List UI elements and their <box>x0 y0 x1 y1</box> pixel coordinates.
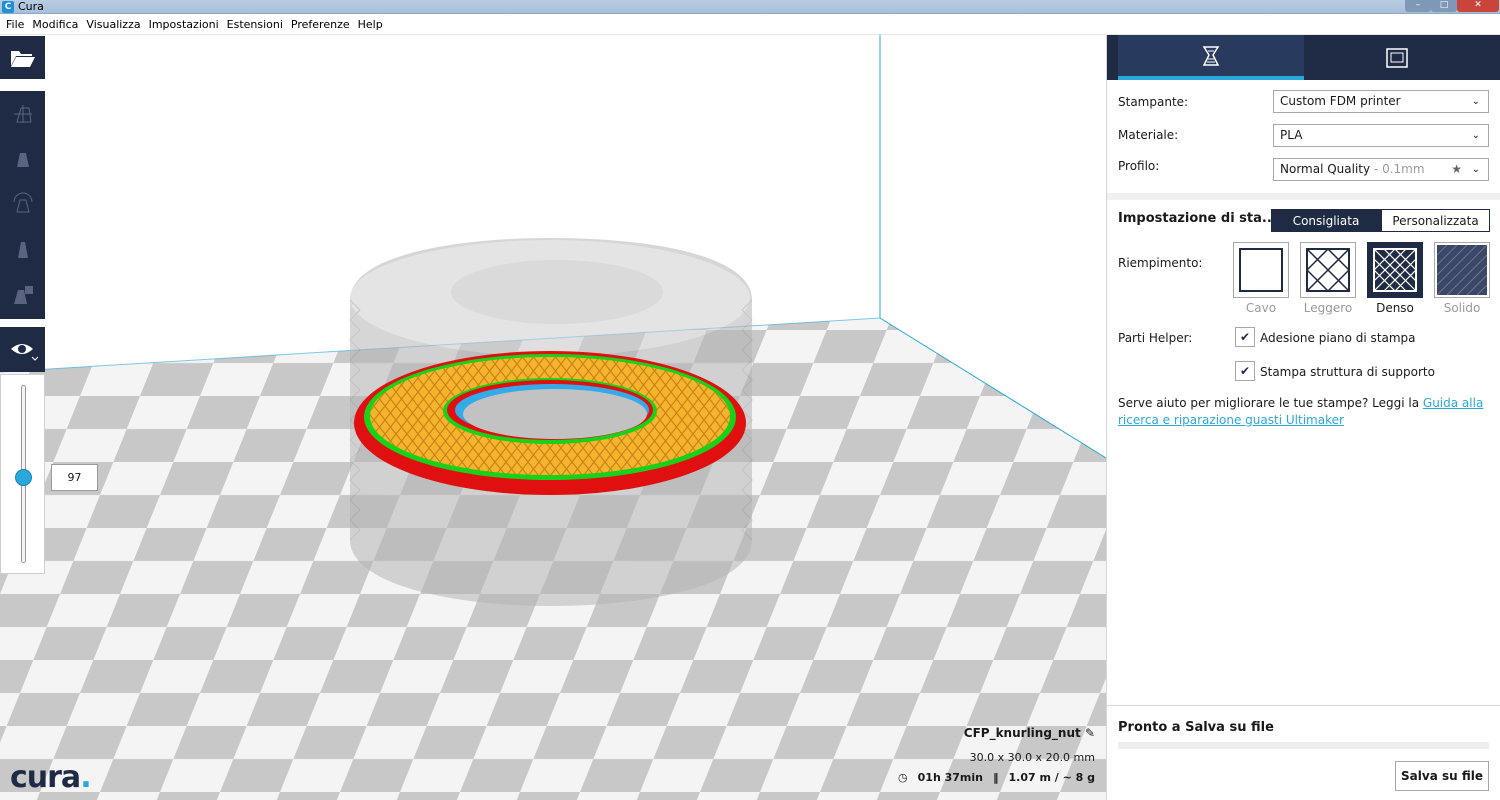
menu-modifica[interactable]: Modifica <box>32 18 78 31</box>
infill-option-label: Cavo <box>1245 301 1277 315</box>
helper-parts-label: Parti Helper: <box>1118 331 1193 345</box>
output-panel: Pronto a Salva su file Salva su file <box>1107 705 1500 800</box>
tab-monitor[interactable] <box>1304 35 1490 80</box>
scale-tool-button[interactable] <box>0 136 45 181</box>
menu-estensioni[interactable]: Estensioni <box>227 18 283 31</box>
open-file-button[interactable] <box>0 36 45 79</box>
pencil-icon[interactable]: ✎ <box>1085 726 1095 740</box>
checkmark-icon: ✔ <box>1239 330 1251 344</box>
material-value: PLA <box>1280 128 1303 142</box>
translate-tool-button[interactable] <box>0 91 45 136</box>
infill-light-icon <box>1306 248 1350 292</box>
print-time: 01h 37min <box>917 771 983 784</box>
chevron-down-icon: ⌄ <box>1471 164 1480 175</box>
recommended-mode-button[interactable]: Consigliata <box>1271 209 1381 232</box>
print-stats: ◷ 01h 37min ‖ 1.07 m / ~ 8 g <box>898 771 1095 784</box>
transform-toolbar <box>0 91 45 319</box>
cura-logo: cura. <box>10 760 92 795</box>
adhesion-checkbox[interactable]: ✔ <box>1235 327 1255 347</box>
per-model-settings-button[interactable] <box>0 271 45 316</box>
profile-value: Normal Quality <box>1280 162 1371 176</box>
chevron-down-icon: ⌄ <box>1471 130 1480 141</box>
adhesion-label: Adesione piano di stampa <box>1260 331 1416 345</box>
save-to-file-button[interactable]: Salva su file <box>1395 761 1489 791</box>
star-icon: ★ <box>1451 162 1462 176</box>
folder-open-icon <box>10 50 35 67</box>
monitor-icon <box>1386 47 1408 68</box>
rotate-icon <box>13 192 32 212</box>
translate-icon <box>13 104 32 123</box>
checkmark-icon: ✔ <box>1239 364 1251 378</box>
menu-file[interactable]: File <box>6 18 24 31</box>
infill-dense-icon <box>1373 248 1417 292</box>
infill-option-label: Leggero <box>1303 301 1353 315</box>
profile-select[interactable]: Normal Quality - 0.1mm ★ ⌄ <box>1273 158 1489 181</box>
rotate-tool-button[interactable] <box>0 181 45 226</box>
infill-option-solid[interactable]: Solido <box>1434 242 1490 315</box>
clock-icon: ◷ <box>898 771 908 784</box>
cura-app-icon: C <box>2 1 14 13</box>
infill-solid-icon <box>1437 245 1487 295</box>
window-title-bar: C Cura – □ ✕ <box>0 0 1500 14</box>
layer-slice <box>354 351 746 495</box>
printer-value: Custom FDM printer <box>1280 94 1401 108</box>
mirror-tool-button[interactable] <box>0 226 45 271</box>
custom-mode-button[interactable]: Personalizzata <box>1381 209 1490 232</box>
printer-label: Stampante: <box>1118 95 1189 109</box>
output-status: Pronto a Salva su file <box>1118 720 1274 735</box>
help-text: Serve aiuto per migliorare le tue stampe… <box>1118 396 1484 427</box>
printer-select[interactable]: Custom FDM printer ⌄ <box>1273 90 1489 113</box>
sidebar-tabs <box>1107 35 1500 80</box>
view-mode-button[interactable] <box>0 327 45 372</box>
3d-viewport[interactable] <box>0 35 1106 800</box>
layer-number-input[interactable]: 97 <box>51 464 98 491</box>
infill-label: Riempimento: <box>1118 256 1203 270</box>
infill-option-dense[interactable]: Denso <box>1367 242 1423 315</box>
menu-help[interactable]: Help <box>358 18 383 31</box>
object-name: CFP_knurling_nut ✎ <box>963 726 1095 740</box>
close-button[interactable]: ✕ <box>1457 0 1499 12</box>
material-label: Materiale: <box>1118 128 1179 142</box>
eye-icon <box>10 343 38 361</box>
minimize-button[interactable]: – <box>1405 0 1431 12</box>
infill-option-light[interactable]: Leggero <box>1300 242 1356 315</box>
profile-layer-height: - 0.1mm <box>1370 162 1425 176</box>
material-select[interactable]: PLA ⌄ <box>1273 124 1489 147</box>
menu-impostazioni[interactable]: Impostazioni <box>149 18 219 31</box>
chevron-down-icon: ⌄ <box>1471 96 1480 107</box>
infill-option-hollow[interactable]: Cavo <box>1233 242 1289 315</box>
material-usage: 1.07 m / ~ 8 g <box>1008 771 1095 784</box>
build-plate-scene <box>0 35 1106 800</box>
filament-icon: ‖ <box>992 771 999 784</box>
infill-hollow-icon <box>1239 248 1283 292</box>
scale-icon <box>16 152 29 167</box>
settings-sidebar: Stampante: Custom FDM printer ⌄ Material… <box>1106 35 1500 800</box>
menu-preferenze[interactable]: Preferenze <box>291 18 350 31</box>
print-setup-icon <box>1202 45 1220 66</box>
maximize-button[interactable]: □ <box>1431 0 1457 12</box>
print-settings-heading: Impostazione di sta... <box>1118 211 1277 226</box>
support-label: Stampa struttura di supporto <box>1260 365 1435 379</box>
sidebar-divider <box>1107 193 1500 200</box>
slicing-progress-bar <box>1118 742 1489 749</box>
window-title: Cura <box>18 0 44 13</box>
infill-option-label: Denso <box>1376 301 1414 315</box>
tab-print-setup[interactable] <box>1118 35 1304 80</box>
object-dimensions: 30.0 x 30.0 x 20.0 mm <box>969 751 1095 764</box>
layer-slider-panel <box>0 374 45 574</box>
menu-visualizza[interactable]: Visualizza <box>86 18 140 31</box>
support-checkbox[interactable]: ✔ <box>1235 361 1255 381</box>
infill-option-label: Solido <box>1443 301 1481 315</box>
profile-label: Profilo: <box>1118 159 1160 173</box>
layer-slider-handle[interactable] <box>15 469 32 486</box>
per-model-settings-icon <box>13 285 33 304</box>
menu-bar: File Modifica Visualizza Impostazioni Es… <box>0 15 1500 35</box>
mirror-icon <box>17 241 28 258</box>
